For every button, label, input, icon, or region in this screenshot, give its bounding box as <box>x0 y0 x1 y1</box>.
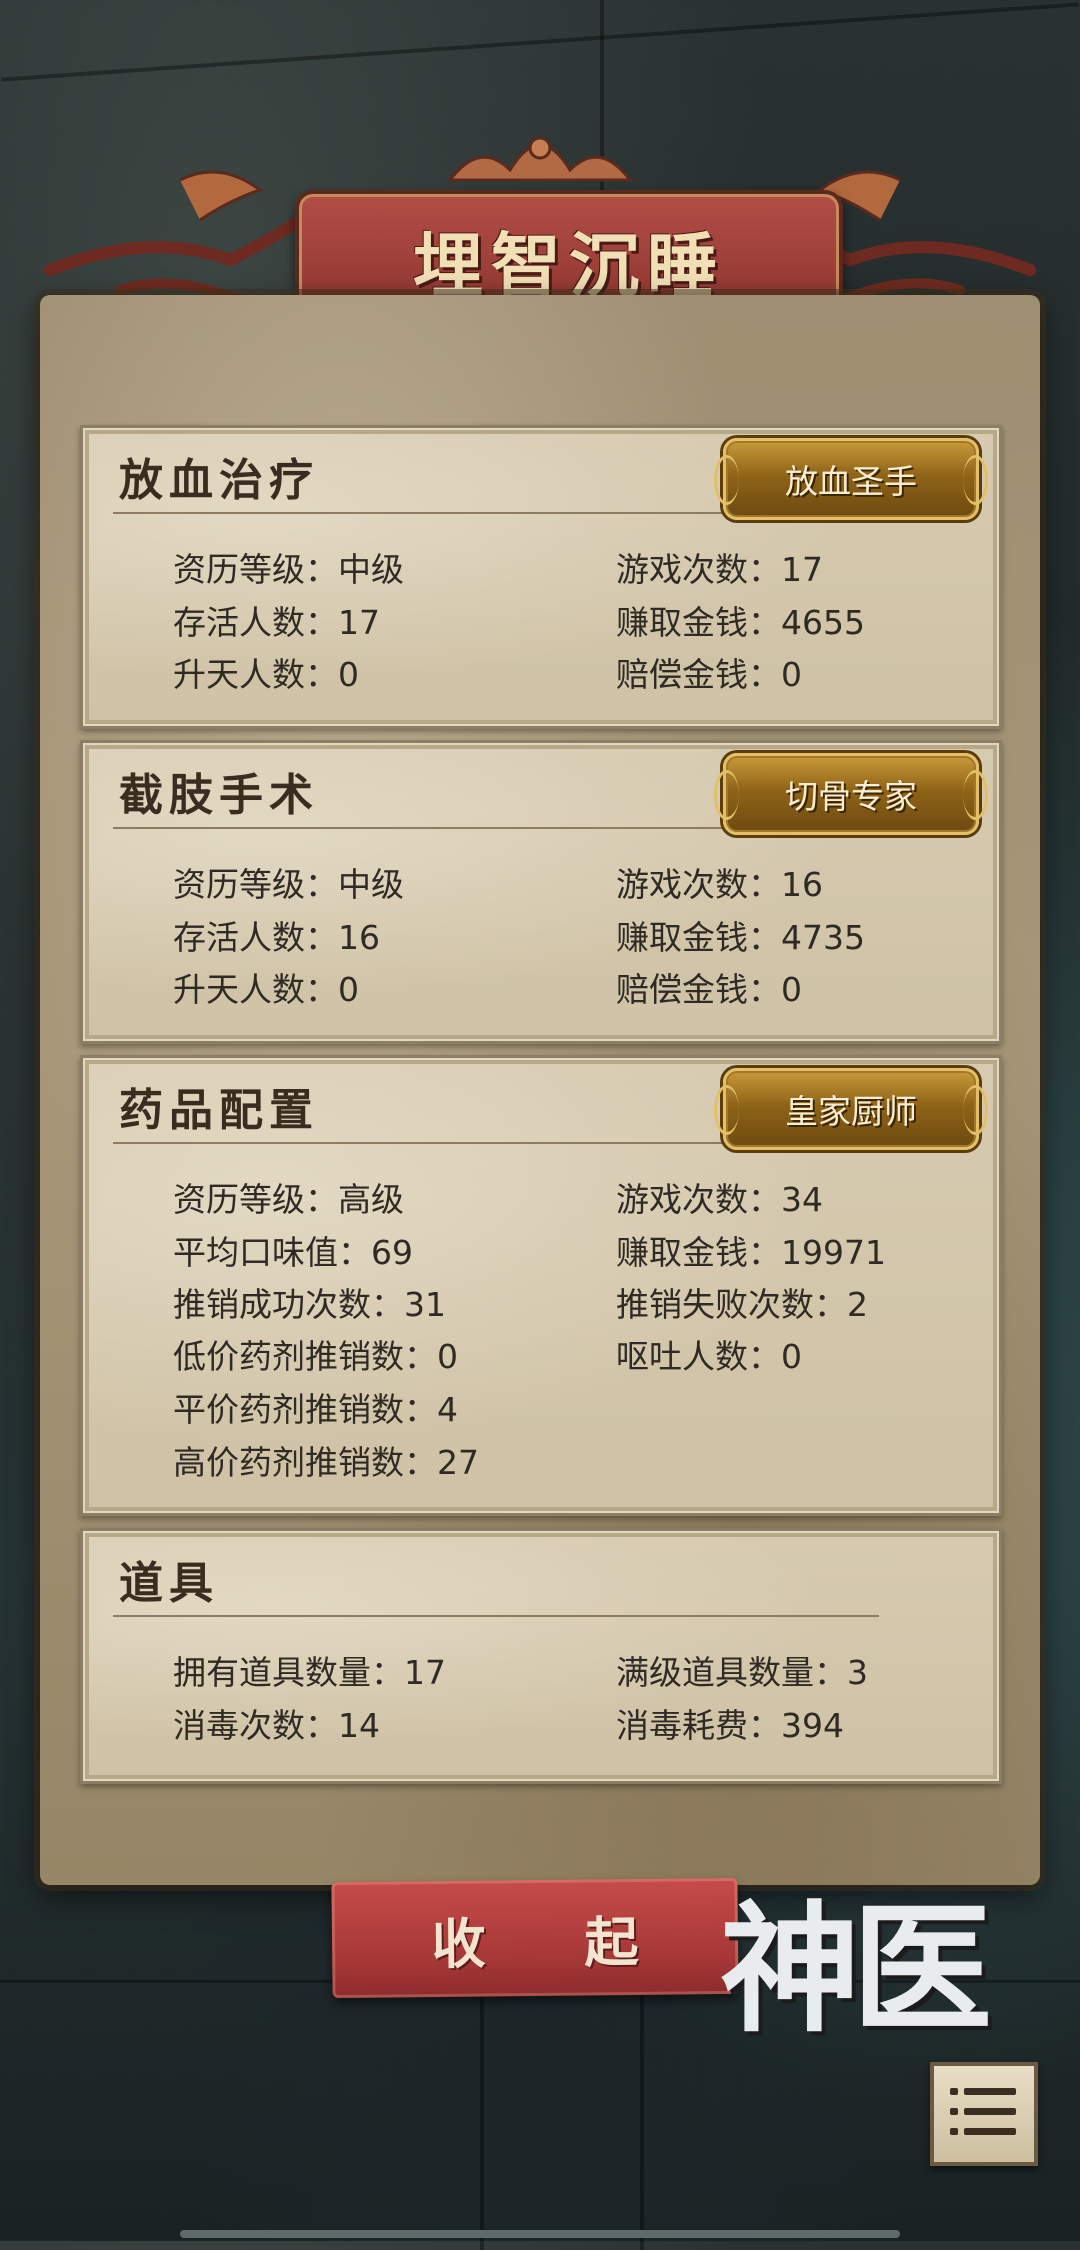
title-badge: 放血圣手 <box>714 438 988 520</box>
divider <box>113 1615 879 1617</box>
stat-deaths: 升天人数：0 <box>173 655 359 694</box>
stat-avg-taste: 平均口味值：69 <box>173 1233 413 1272</box>
stat-games: 游戏次数：16 <box>616 865 823 904</box>
stat-mid-price-sales: 平价药剂推销数：4 <box>173 1390 458 1429</box>
title-badge: 切骨专家 <box>714 753 988 835</box>
badge-label: 切骨专家 <box>785 778 917 815</box>
collapse-button[interactable]: 收 起 <box>331 1877 739 1999</box>
stat-money-earned: 赚取金钱：4735 <box>616 918 865 957</box>
game-logo: 神医 <box>720 1888 992 2052</box>
stat-compensation: 赔偿金钱：0 <box>616 655 802 694</box>
home-indicator[interactable] <box>180 2230 900 2238</box>
stat-money-earned: 赚取金钱：4655 <box>616 603 865 642</box>
badge-label: 皇家厨师 <box>785 1093 917 1130</box>
stat-games: 游戏次数：17 <box>616 550 823 589</box>
stat-games: 游戏次数：34 <box>616 1180 823 1219</box>
section-medicine: 药品配置 皇家厨师 资历等级：高级 游戏次数：34 平均口味值：69 赚取金钱：… <box>80 1055 1002 1516</box>
section-items: 道具 拥有道具数量：17 满级道具数量：3 消毒次数：14 消毒耗费：394 <box>80 1528 1002 1784</box>
section-title: 放血治疗 <box>119 455 319 506</box>
menu-button[interactable] <box>930 2062 1038 2166</box>
stat-sales-fail: 推销失败次数：2 <box>616 1285 868 1324</box>
collapse-button-label: 收 起 <box>431 1908 679 1976</box>
stat-compensation: 赔偿金钱：0 <box>616 970 802 1009</box>
title-badge: 皇家厨师 <box>714 1068 988 1150</box>
stat-sales-success: 推销成功次数：31 <box>173 1285 446 1324</box>
stat-money-earned: 赚取金钱：19971 <box>616 1233 886 1272</box>
badge-label: 放血圣手 <box>785 463 917 500</box>
stat-items-owned: 拥有道具数量：17 <box>173 1653 446 1692</box>
section-amputation: 截肢手术 切骨专家 资历等级：中级 游戏次数：16 存活人数：16 赚取金钱：4… <box>80 740 1002 1044</box>
stat-disinfect-cost: 消毒耗费：394 <box>616 1706 844 1745</box>
stat-low-price-sales: 低价药剂推销数：0 <box>173 1337 458 1376</box>
stat-vomit: 呕吐人数：0 <box>616 1337 802 1376</box>
background-beam <box>640 1950 644 2250</box>
section-title: 截肢手术 <box>119 770 319 821</box>
stat-survivors: 存活人数：16 <box>173 918 380 957</box>
section-title: 道具 <box>119 1558 219 1609</box>
stat-high-price-sales: 高价药剂推销数：27 <box>173 1443 479 1482</box>
stat-rank: 资历等级：高级 <box>173 1180 404 1219</box>
stat-items-maxed: 满级道具数量：3 <box>616 1653 868 1692</box>
section-title: 药品配置 <box>119 1085 319 1136</box>
stat-rank: 资历等级：中级 <box>173 865 404 904</box>
stat-disinfect-count: 消毒次数：14 <box>173 1706 380 1745</box>
background-beam <box>1 2 1079 82</box>
stat-deaths: 升天人数：0 <box>173 970 359 1009</box>
stat-survivors: 存活人数：17 <box>173 603 380 642</box>
section-bloodletting: 放血治疗 放血圣手 资历等级：中级 游戏次数：17 存活人数：17 赚取金钱：4… <box>80 425 1002 729</box>
stat-rank: 资历等级：中级 <box>173 550 404 589</box>
